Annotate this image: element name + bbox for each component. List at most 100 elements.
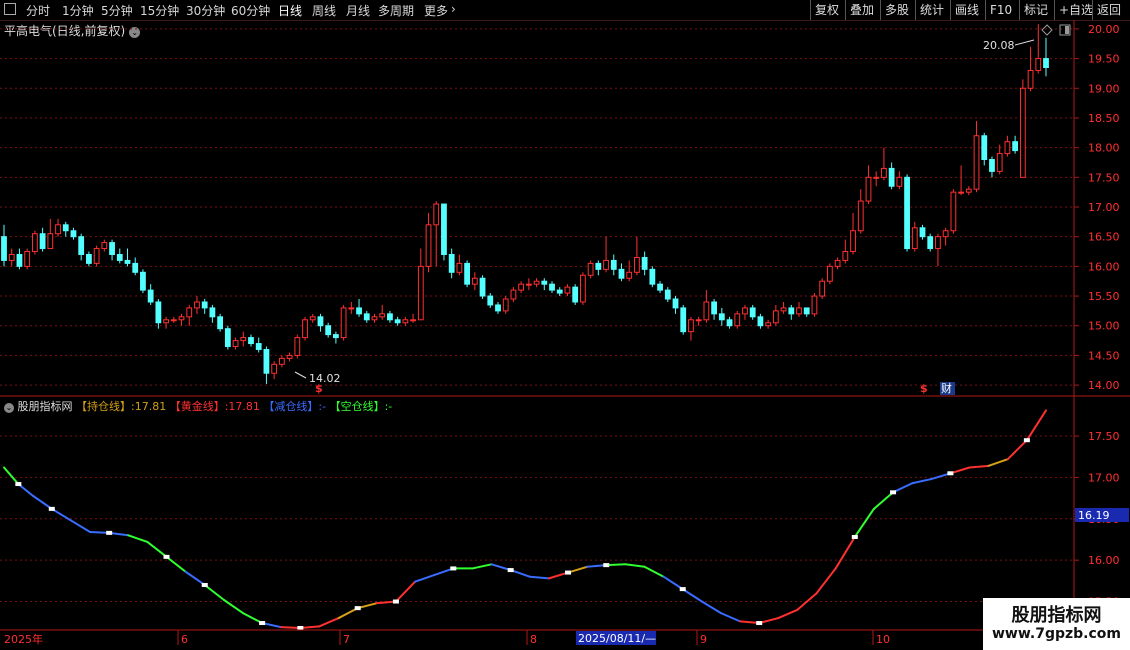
candle-body [780,307,787,312]
candle-body [31,233,38,253]
btn-overlay[interactable]: 叠加 [845,0,878,20]
indicator-segment [261,622,283,629]
indicator-segment [3,466,20,486]
stock-title[interactable]: 平高电气(日线,前复权) ⌄ [4,22,141,39]
indicator-marker [565,570,572,575]
candle-body [803,307,810,315]
stock-title-text: 平高电气(日线,前复权) [4,24,126,38]
candle-body [981,135,988,161]
indicator-segment [108,531,130,537]
price-tick-label: 14.50 [1088,349,1120,362]
indicator-segment [662,575,684,591]
candle-body [394,319,401,324]
indicator-marker [392,599,399,604]
chevron-down-icon[interactable]: ⌄ [129,27,141,38]
period-60min[interactable]: 60分钟 [231,2,270,19]
candle-body [263,348,270,374]
more-arrow-icon[interactable]: › [451,2,456,16]
candlesticks [1,24,1049,384]
indicator-segment [796,592,818,611]
period-30min[interactable]: 30分钟 [186,2,225,19]
period-15min[interactable]: 15分钟 [140,2,179,19]
price-axis: 20.00 19.50 19.00 18.50 18.00 17.50 17.00 16.50… [1074,23,1120,392]
period-monthly[interactable]: 月线 [346,2,370,19]
period-more[interactable]: 更多 [424,2,448,19]
indicator-segment [815,567,837,595]
indicator-segment [968,464,990,469]
indicator-marker [297,626,304,630]
reduce-line-value: :- [318,400,327,413]
indicator-markers [15,438,1030,630]
hold-line-value: :17.81 [131,400,167,413]
top-toolbar: 分时 1分钟 5分钟 15分钟 30分钟 60分钟 日线 周线 月线 多周期 更… [0,0,1130,21]
indicator-segment [1025,409,1047,442]
price-tick-label: 19.50 [1088,53,1120,66]
high-price-label: 20.08 [983,39,1015,52]
candle-body [850,230,856,253]
period-multi[interactable]: 多周期 [378,2,414,19]
finance-marker-bg [940,382,955,395]
btn-add-watchlist[interactable]: +自选 [1054,0,1097,20]
btn-adjust[interactable]: 复权 [810,0,843,20]
candle-body [618,268,625,279]
candle-body [888,167,895,187]
indicator-segment [777,608,799,620]
indicator-marker [851,534,858,539]
btn-multi-stock[interactable]: 多股 [880,0,913,20]
dividend-marker-1: $ [315,382,323,395]
price-tick-label: 16.50 [1088,231,1120,244]
period-minute-chart[interactable]: 分时 [26,2,50,19]
candle-body [209,307,216,318]
candle-body [495,304,501,312]
btn-stats[interactable]: 统计 [915,0,948,20]
indicator-segment [567,565,589,574]
period-5min[interactable]: 5分钟 [101,2,133,19]
candle-body [973,135,980,190]
candle-body [417,265,424,321]
indicator-marker [603,563,610,568]
indicator-segment [318,617,340,628]
indicator-segment [547,571,570,580]
diamond-icon [1041,24,1053,36]
indicator-segment [50,507,72,522]
price-tick-label: 17.50 [1088,171,1120,184]
candle-body [224,328,231,348]
indicator-segment [146,540,168,558]
btn-f10[interactable]: F10 [985,0,1016,20]
candle-body [124,259,131,264]
period-1min[interactable]: 1分钟 [62,2,94,19]
date-label-aug: 8 [530,633,537,646]
chevron-down-icon[interactable]: ⌄ [4,403,14,413]
btn-draw[interactable]: 画线 [950,0,983,20]
indicator-segment [681,588,703,603]
candle-body [93,248,100,264]
empty-line-value: :- [384,400,393,413]
candle-body [649,268,656,285]
indicator-title[interactable]: ⌄ 股朋指标网 【持仓线】:17.81 【黄金线】:17.81 【减仓线】:- … [4,398,392,414]
candle-body [101,242,108,250]
period-weekly[interactable]: 周线 [312,2,336,19]
btn-back[interactable]: 返回 [1092,0,1125,20]
candle-body [286,354,293,359]
candle-body [201,301,208,309]
btn-mark[interactable]: 标记 [1019,0,1052,20]
candle-body [232,340,239,348]
indicator-segment [605,563,627,567]
period-daily[interactable]: 日线 [278,2,302,19]
candle-body [163,319,169,324]
candle-body [217,316,224,330]
indicator-segment [758,617,780,625]
indicator-marker [201,582,208,587]
candle-body [194,301,200,309]
candle-body [371,316,378,321]
candle-body [39,233,46,250]
candle-body [634,256,640,273]
candle-body [1,236,7,261]
candle-body [603,259,609,270]
candle-body [549,283,555,291]
window-restore-icon[interactable] [4,3,16,15]
candle-body [441,203,447,255]
indicator-segment [700,600,722,615]
candle-body [456,262,463,273]
candle-body [718,313,725,321]
